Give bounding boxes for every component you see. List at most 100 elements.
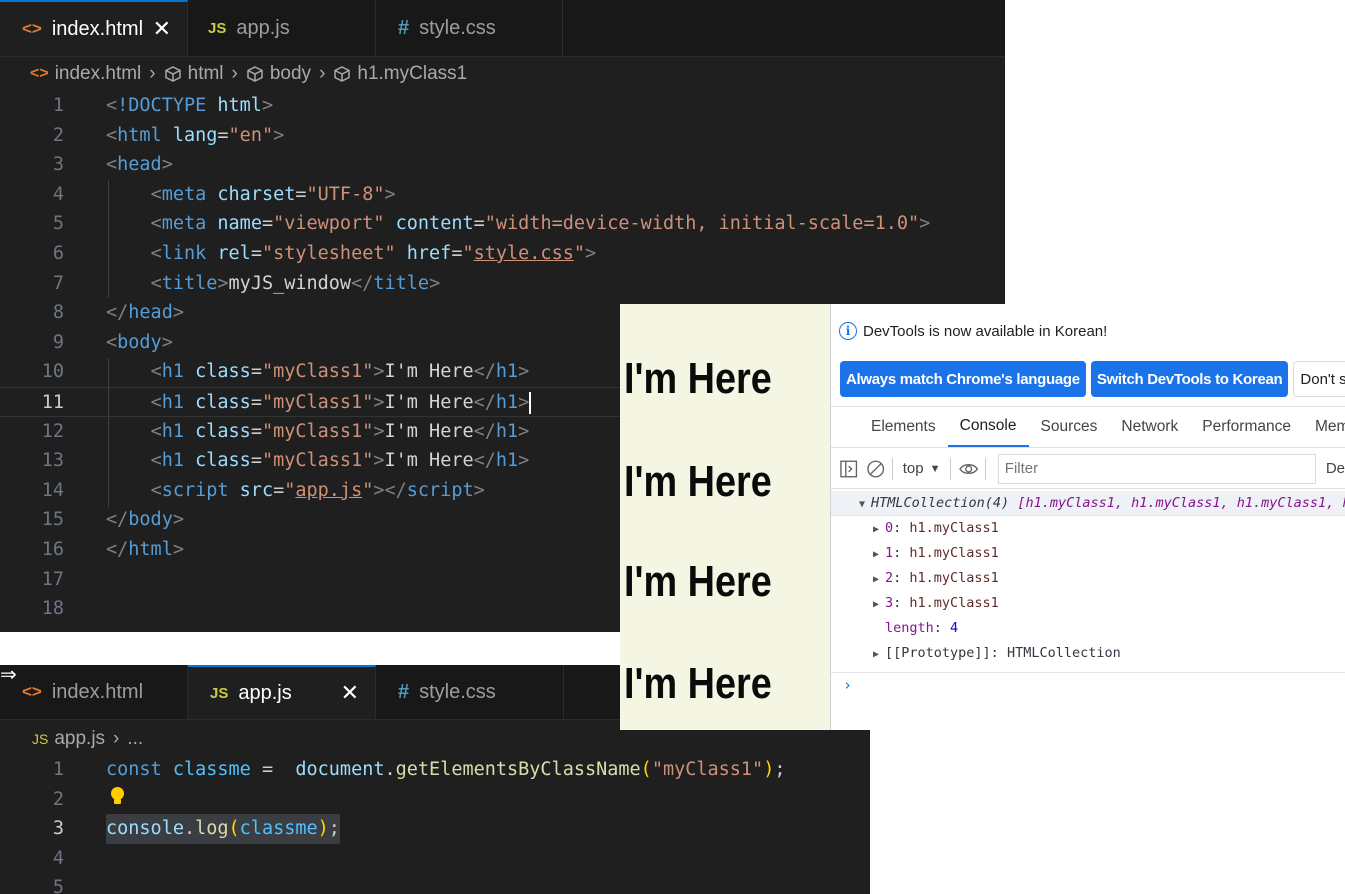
line-number: 4 bbox=[52, 847, 64, 869]
clear-console-icon[interactable] bbox=[866, 459, 885, 479]
tab-console[interactable]: Console bbox=[947, 407, 1029, 447]
breadcrumb-item[interactable]: h1.myClass1 bbox=[357, 63, 467, 85]
sidebar-toggle-icon[interactable] bbox=[839, 459, 858, 479]
default-levels-label[interactable]: De bbox=[1326, 460, 1345, 477]
match-language-button[interactable]: Always match Chrome's language bbox=[840, 361, 1086, 397]
js-file-icon: JS bbox=[32, 731, 49, 747]
tab-sources[interactable]: Sources bbox=[1029, 407, 1110, 447]
tab-index-html[interactable]: <> index.html ✕ bbox=[0, 0, 188, 56]
line-number: 8 bbox=[52, 302, 64, 324]
tab-elements[interactable]: Elements bbox=[859, 407, 948, 447]
tab-network[interactable]: Network bbox=[1109, 407, 1190, 447]
line-number: 6 bbox=[52, 242, 64, 264]
line-number: 2 bbox=[52, 788, 64, 810]
line-number: 12 bbox=[41, 420, 64, 442]
line-number: 5 bbox=[52, 877, 64, 894]
chevron-right-icon: › bbox=[231, 63, 238, 84]
tab-label: app.js bbox=[236, 16, 290, 39]
chevron-right-icon: › bbox=[113, 728, 120, 749]
collection-entry[interactable]: ▶ 3: h1.myClass1 bbox=[831, 591, 1345, 616]
console-prompt[interactable]: › bbox=[831, 672, 1345, 697]
line-number: 17 bbox=[41, 568, 64, 590]
collection-entry[interactable]: ▶ 1: h1.myClass1 bbox=[831, 541, 1345, 566]
expand-triangle-icon[interactable]: ▶ bbox=[873, 592, 885, 617]
code-line: 2 <html lang="en"> bbox=[0, 121, 1005, 151]
line-number: 1 bbox=[52, 759, 64, 780]
line-number: 5 bbox=[52, 213, 64, 235]
line-number: 11 bbox=[41, 391, 64, 413]
text-cursor bbox=[529, 391, 532, 414]
context-select[interactable]: top bbox=[903, 460, 924, 477]
filter-input[interactable]: Filter bbox=[997, 453, 1316, 484]
drag-arrow-icon: ⇒ bbox=[0, 664, 17, 686]
dropdown-icon: ▼ bbox=[929, 462, 941, 475]
breadcrumb-item[interactable]: body bbox=[270, 63, 311, 85]
tab-style-css[interactable]: # style.css bbox=[376, 665, 564, 719]
line-number: 10 bbox=[41, 361, 64, 383]
expand-triangle-icon[interactable]: ▼ bbox=[859, 492, 871, 517]
code-line: 4 <meta charset="UTF-8"> bbox=[0, 180, 1005, 210]
code-line-current: 3 console.log(classme); bbox=[0, 814, 870, 844]
chevron-right-icon: › bbox=[149, 63, 156, 84]
expand-triangle-icon[interactable]: ▶ bbox=[873, 542, 885, 567]
tab-label: index.html bbox=[51, 680, 144, 703]
devtools-tab-bar: Elements Console Sources Network Perform… bbox=[831, 406, 1345, 448]
prototype-entry[interactable]: ▶ [[Prototype]]: HTMLCollection bbox=[831, 641, 1345, 666]
code-line: 5 <meta name="viewport" content="width=d… bbox=[0, 209, 1005, 239]
breadcrumb-item[interactable]: ... bbox=[127, 728, 143, 750]
line-number: 18 bbox=[41, 598, 64, 620]
line-number: 3 bbox=[52, 154, 64, 176]
element-cube-icon bbox=[164, 66, 181, 82]
close-icon[interactable]: ✕ bbox=[153, 16, 171, 42]
tab-label: style.css bbox=[419, 680, 496, 703]
line-number: 14 bbox=[41, 479, 64, 501]
notice-buttons: Always match Chrome's language Switch De… bbox=[840, 361, 1345, 397]
expand-triangle-icon[interactable]: ▶ bbox=[873, 517, 885, 542]
language-notice: i DevTools is now available in Korean! bbox=[839, 322, 1107, 340]
eye-icon[interactable] bbox=[959, 459, 979, 479]
code-line: 4 bbox=[0, 844, 870, 874]
collection-entry[interactable]: ▶ 0: h1.myClass1 bbox=[831, 516, 1345, 541]
expand-triangle-icon[interactable]: ▶ bbox=[873, 567, 885, 592]
lightbulb-icon[interactable] bbox=[110, 786, 124, 805]
css-file-icon: # bbox=[398, 16, 410, 39]
chevron-right-icon: › bbox=[319, 63, 326, 84]
dont-show-again-button[interactable]: Don't show again bbox=[1293, 361, 1345, 397]
js-file-icon: JS bbox=[208, 19, 227, 37]
console-output: ▼ HTMLCollection(4) [h1.myClass1, h1.myCl… bbox=[831, 491, 1345, 697]
html-file-icon: <> bbox=[22, 19, 42, 38]
switch-korean-button[interactable]: Switch DevTools to Korean bbox=[1090, 361, 1289, 397]
length-entry: length: 4 bbox=[885, 620, 959, 636]
line-number: 13 bbox=[41, 450, 64, 472]
tab-app-js[interactable]: JS app.js ✕ bbox=[188, 665, 376, 719]
expand-triangle-icon[interactable]: ▶ bbox=[873, 642, 885, 667]
tab-memory[interactable]: Memory bbox=[1303, 407, 1345, 447]
prompt-chevron-icon: › bbox=[843, 676, 853, 694]
close-icon[interactable]: ✕ bbox=[341, 680, 359, 706]
breadcrumb-item[interactable]: html bbox=[188, 63, 224, 85]
page-heading: I'm Here bbox=[624, 457, 772, 506]
filter-placeholder: Filter bbox=[1004, 460, 1039, 477]
collection-entry[interactable]: ▶ 2: h1.myClass1 bbox=[831, 566, 1345, 591]
breadcrumb: JS app.js › ... bbox=[32, 722, 143, 756]
line-number: 4 bbox=[52, 183, 64, 205]
code-line: 5 bbox=[0, 873, 870, 894]
tab-style-css[interactable]: # style.css bbox=[376, 0, 563, 56]
code-area[interactable]: 1 const classme = document.getElementsByC… bbox=[0, 755, 870, 894]
tab-app-js[interactable]: JS app.js bbox=[188, 0, 376, 56]
page-heading: I'm Here bbox=[624, 659, 772, 708]
line-number: 16 bbox=[41, 538, 64, 560]
tab-index-html[interactable]: <> index.html bbox=[0, 665, 188, 719]
console-toolbar: top ▼ Filter De bbox=[831, 449, 1345, 489]
code-line: 3 <head> bbox=[0, 150, 1005, 180]
line-number: 9 bbox=[52, 331, 64, 353]
html-file-icon: <> bbox=[30, 65, 49, 82]
element-cube-icon bbox=[334, 66, 351, 82]
breadcrumb-item[interactable]: index.html bbox=[55, 63, 142, 85]
browser-viewport: I'm Here I'm Here I'm Here I'm Here bbox=[620, 304, 830, 730]
console-log-entry[interactable]: ▼ HTMLCollection(4) [h1.myClass1, h1.myCl… bbox=[831, 491, 1345, 516]
line-number: 15 bbox=[41, 509, 64, 531]
breadcrumb-item[interactable]: app.js bbox=[54, 728, 105, 750]
tab-performance[interactable]: Performance bbox=[1190, 407, 1303, 447]
line-number: 3 bbox=[52, 818, 64, 840]
